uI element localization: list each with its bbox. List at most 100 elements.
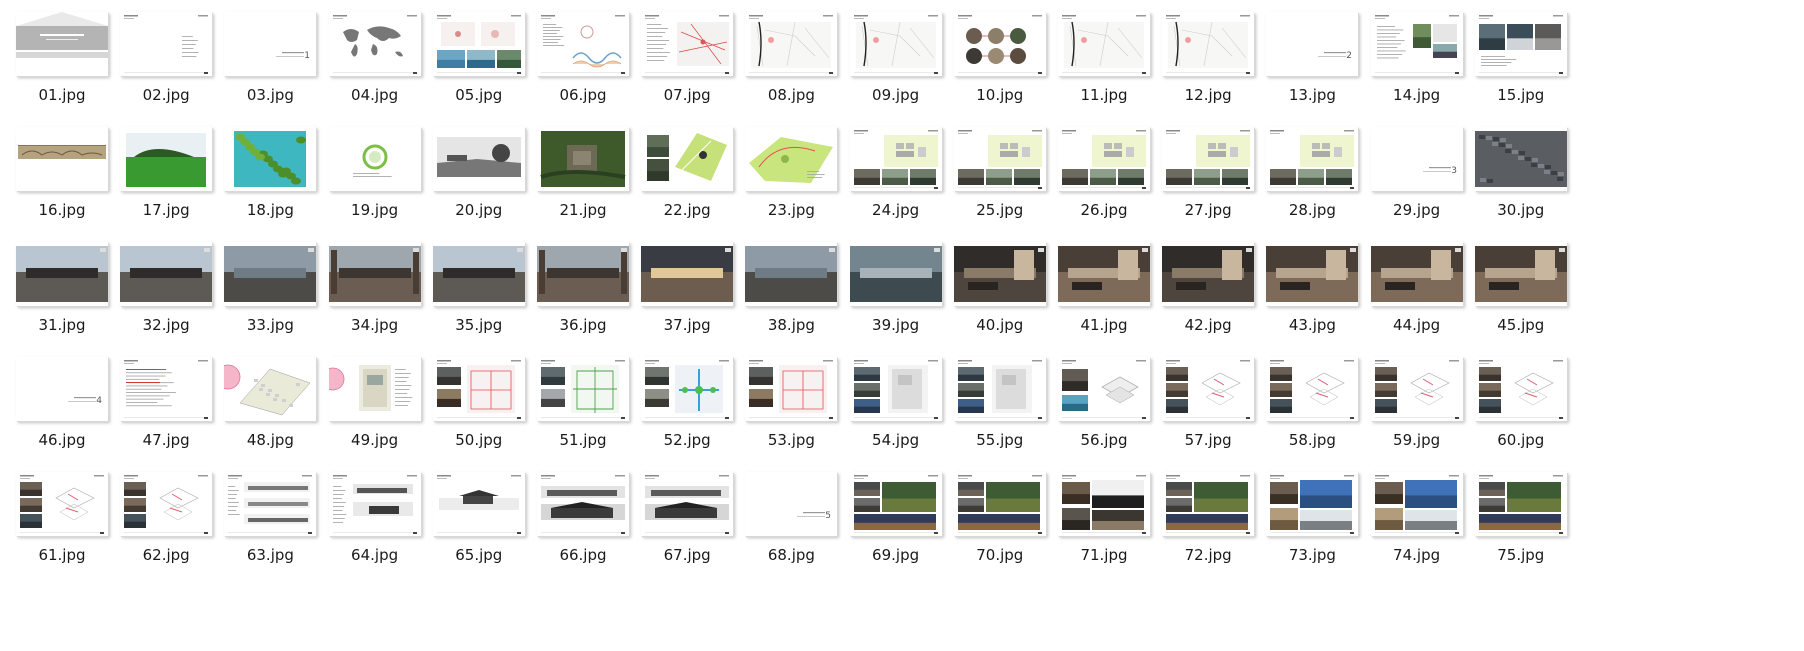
file-thumbnail[interactable] — [953, 472, 1046, 536]
file-thumbnail[interactable] — [120, 357, 213, 421]
file-item[interactable]: 38.jpg — [739, 242, 839, 360]
file-item[interactable]: 25.jpg — [948, 127, 1048, 245]
file-thumbnail[interactable] — [432, 127, 525, 191]
file-item[interactable]: 07.jpg — [635, 12, 735, 130]
file-thumbnail[interactable]: 1 — [224, 12, 317, 76]
file-item[interactable]: 44.jpg — [1365, 242, 1465, 360]
file-thumbnail[interactable] — [16, 242, 108, 306]
file-thumbnail[interactable] — [537, 242, 629, 306]
file-thumbnail[interactable]: 3 — [1370, 127, 1463, 191]
file-item[interactable]: 3 29.jpg — [1365, 127, 1465, 245]
file-name-label[interactable]: 06.jpg — [531, 86, 635, 104]
file-item[interactable]: 54.jpg — [844, 357, 944, 475]
file-thumbnail[interactable]: 5 — [745, 472, 838, 536]
file-thumbnail[interactable] — [120, 242, 213, 306]
file-name-label[interactable]: 56.jpg — [1052, 431, 1156, 449]
file-name-label[interactable]: 20.jpg — [427, 201, 531, 219]
file-name-label[interactable]: 67.jpg — [635, 546, 739, 564]
file-item[interactable]: 66.jpg — [531, 472, 631, 590]
file-name-label[interactable]: 21.jpg — [531, 201, 635, 219]
file-item[interactable]: 11.jpg — [1052, 12, 1152, 130]
file-thumbnail[interactable] — [745, 12, 838, 76]
file-thumbnail[interactable] — [745, 357, 838, 421]
file-item[interactable]: 15.jpg — [1469, 12, 1569, 130]
file-thumbnail[interactable] — [1474, 12, 1567, 76]
file-thumbnail[interactable] — [641, 357, 734, 421]
file-thumbnail[interactable] — [1162, 242, 1255, 306]
file-thumbnail[interactable] — [1162, 357, 1255, 421]
file-thumbnail[interactable] — [953, 242, 1046, 306]
file-thumbnail[interactable] — [224, 242, 317, 306]
file-item[interactable]: 41.jpg — [1052, 242, 1152, 360]
file-thumbnail[interactable] — [1266, 472, 1359, 536]
file-thumbnail[interactable] — [224, 127, 317, 191]
file-thumbnail[interactable] — [432, 472, 525, 536]
file-name-label[interactable]: 69.jpg — [844, 546, 948, 564]
file-name-label[interactable]: 64.jpg — [323, 546, 427, 564]
file-name-label[interactable]: 71.jpg — [1052, 546, 1156, 564]
file-thumbnail[interactable] — [1162, 12, 1255, 76]
file-thumbnail[interactable]: 4 — [16, 357, 108, 421]
file-name-label[interactable]: 40.jpg — [948, 316, 1052, 334]
file-thumbnail[interactable] — [328, 12, 421, 76]
file-item[interactable]: 4 46.jpg — [10, 357, 110, 475]
file-name-label[interactable]: 17.jpg — [114, 201, 218, 219]
file-thumbnail[interactable] — [849, 242, 942, 306]
file-name-label[interactable]: 50.jpg — [427, 431, 531, 449]
file-name-label[interactable]: 04.jpg — [323, 86, 427, 104]
file-name-label[interactable]: 68.jpg — [739, 546, 843, 564]
file-name-label[interactable]: 55.jpg — [948, 431, 1052, 449]
file-name-label[interactable]: 75.jpg — [1469, 546, 1573, 564]
file-thumbnail[interactable] — [1474, 472, 1567, 536]
file-item[interactable]: 40.jpg — [948, 242, 1048, 360]
file-item[interactable]: 72.jpg — [1156, 472, 1256, 590]
file-thumbnail[interactable] — [1370, 242, 1463, 306]
file-item[interactable]: 73.jpg — [1260, 472, 1360, 590]
file-thumbnail[interactable] — [953, 127, 1046, 191]
file-thumbnail[interactable] — [641, 242, 734, 306]
file-thumbnail[interactable] — [849, 127, 942, 191]
file-thumbnail[interactable] — [1058, 12, 1150, 76]
file-item[interactable]: 60.jpg — [1469, 357, 1569, 475]
file-thumbnail[interactable] — [537, 12, 629, 76]
file-name-label[interactable]: 44.jpg — [1365, 316, 1469, 334]
file-name-label[interactable]: 53.jpg — [739, 431, 843, 449]
file-name-label[interactable]: 08.jpg — [739, 86, 843, 104]
file-item[interactable]: 26.jpg — [1052, 127, 1152, 245]
file-item[interactable]: 04.jpg — [323, 12, 423, 130]
file-name-label[interactable]: 14.jpg — [1365, 86, 1469, 104]
file-item[interactable]: 62.jpg — [114, 472, 214, 590]
file-item[interactable]: 20.jpg — [427, 127, 527, 245]
file-name-label[interactable]: 28.jpg — [1260, 201, 1364, 219]
file-item[interactable]: 05.jpg — [427, 12, 527, 130]
file-name-label[interactable]: 51.jpg — [531, 431, 635, 449]
file-thumbnail[interactable] — [1058, 357, 1150, 421]
file-thumbnail[interactable] — [537, 127, 629, 191]
file-thumbnail[interactable] — [16, 472, 108, 536]
file-item[interactable]: 09.jpg — [844, 12, 944, 130]
file-item[interactable]: 74.jpg — [1365, 472, 1465, 590]
file-thumbnail[interactable] — [1162, 127, 1255, 191]
file-name-label[interactable]: 31.jpg — [10, 316, 114, 334]
file-item[interactable]: 56.jpg — [1052, 357, 1152, 475]
file-name-label[interactable]: 63.jpg — [218, 546, 322, 564]
file-thumbnail[interactable] — [641, 12, 734, 76]
file-item[interactable]: 02.jpg — [114, 12, 214, 130]
file-item[interactable]: 27.jpg — [1156, 127, 1256, 245]
file-name-label[interactable]: 45.jpg — [1469, 316, 1573, 334]
file-name-label[interactable]: 58.jpg — [1260, 431, 1364, 449]
file-item[interactable]: 47.jpg — [114, 357, 214, 475]
file-thumbnail[interactable] — [849, 12, 942, 76]
file-name-label[interactable]: 48.jpg — [218, 431, 322, 449]
file-name-label[interactable]: 62.jpg — [114, 546, 218, 564]
file-thumbnail[interactable] — [224, 472, 317, 536]
file-item[interactable]: 59.jpg — [1365, 357, 1465, 475]
file-item[interactable]: 52.jpg — [635, 357, 735, 475]
file-name-label[interactable]: 38.jpg — [739, 316, 843, 334]
file-name-label[interactable]: 57.jpg — [1156, 431, 1260, 449]
file-item[interactable]: 71.jpg — [1052, 472, 1152, 590]
file-item[interactable]: 37.jpg — [635, 242, 735, 360]
file-name-label[interactable]: 36.jpg — [531, 316, 635, 334]
file-name-label[interactable]: 03.jpg — [218, 86, 322, 104]
file-name-label[interactable]: 05.jpg — [427, 86, 531, 104]
